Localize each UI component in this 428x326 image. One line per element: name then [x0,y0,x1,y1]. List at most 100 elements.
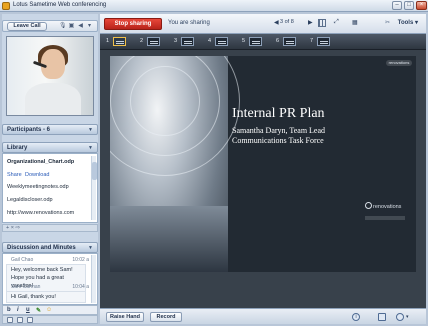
slide-thumbnail[interactable] [283,37,296,46]
slide-thumbnail[interactable] [147,37,160,46]
thumbnail-text-line [150,43,158,44]
library-header[interactable]: Library ▼ [2,142,98,153]
brand-reflection [365,216,405,220]
library-scrollbar[interactable] [91,156,97,220]
thumbnail-text-line [184,43,192,44]
thumbnail-text-line [252,41,260,42]
thumbnail-text-line [116,43,124,44]
add-icon[interactable]: + [6,225,9,231]
chat-message: Hi Gail, thank you! [6,291,86,303]
brand-name: renovations [373,204,402,210]
bold-button[interactable]: b [7,307,11,313]
scrollbar-thumb[interactable] [92,162,97,180]
slide-tag: renovations [386,60,412,66]
download-link[interactable]: Download [25,172,49,178]
library-title: Library [7,145,28,151]
slide-subtitle-line: Communications Task Force [232,136,324,145]
italic-button[interactable]: i [17,307,19,313]
slide-thumbnail[interactable] [181,37,194,46]
participants-label: Participants - 6 [7,127,51,133]
thumbnail-number: 6 [276,38,280,44]
leave-call-button[interactable]: Leave Call [7,22,47,31]
chevron-down-icon[interactable]: ▼ [88,127,93,133]
sharing-status: You are sharing [168,20,210,26]
settings-icon[interactable] [27,317,33,323]
save-icon[interactable] [17,317,23,323]
slide-thumbnail[interactable] [249,37,262,46]
app-icon [2,2,10,10]
thumbnails-grid-icon[interactable] [318,19,326,27]
next-page-icon[interactable]: ▶ [308,19,313,26]
tools-icon[interactable]: ✂ [385,19,390,26]
library-item[interactable]: Weeklymeetingnotes.odp [7,184,69,190]
speaker-icon[interactable]: ◀ [77,23,84,30]
chevron-down-icon[interactable]: ▼ [88,145,93,151]
slide-subtitle: Samantha Daryn, Team Lead Communications… [232,126,325,146]
camera-icon[interactable]: ▣ [68,23,75,30]
window-title: Lotus Sametime Web conferencing [13,2,107,8]
chevron-down-icon[interactable]: ▼ [88,245,93,251]
chevron-down-icon[interactable]: ▾ [86,23,93,30]
thumbnail-text-line [286,41,294,42]
library-item[interactable]: Organizational_Chart.odp [7,159,74,165]
library-list: Organizational_Chart.odp Share Download … [2,153,98,223]
share-icon[interactable]: ⇨ [16,225,21,231]
photo-arch [130,66,200,136]
stop-sharing-button[interactable]: Stop sharing [104,18,162,30]
bottom-toolbar: Raise Hand Record i ▾ [100,308,426,324]
restore-button[interactable]: □ [404,1,414,10]
thumbnail-text-line [184,41,192,42]
video-toolbar: Leave Call 🎙 ▣ ◀ ▾ [2,20,98,32]
thumbnail-text-line [218,41,226,42]
underline-button[interactable]: u [26,307,30,313]
slide-title: Internal PR Plan [232,106,325,121]
info-icon[interactable]: i [352,313,360,321]
thumbnail-number: 5 [242,38,246,44]
chat-panel: Gail Chao 10:02 a Hey, welcome back Sam!… [2,253,98,305]
sharing-toolbar: Stop sharing You are sharing ◀ 3 of 8 ▶ … [100,14,426,34]
thumbnail-number: 3 [174,38,178,44]
thumbnail-text-line [320,41,328,42]
thumbnail-text-line [116,41,124,42]
slide-thumbnail[interactable] [317,37,330,46]
chevron-down-icon[interactable]: ▾ [406,314,409,320]
chat-time: 10:04 a [72,284,89,290]
color-icon[interactable]: ✎ [36,307,41,314]
raise-hand-button[interactable]: Raise Hand [106,312,144,322]
print-icon[interactable] [7,317,13,323]
share-link[interactable]: Share [7,172,22,178]
close-button[interactable]: × [416,1,427,10]
settings-icon[interactable] [396,313,404,321]
slide-photo [110,56,240,272]
tools-menu-button[interactable]: Tools ▾ [398,19,418,26]
microphone-icon[interactable]: 🎙 [59,23,67,30]
format-toolbar: b i u ✎ ☺ [2,305,98,315]
chat-sender: Sam Curman [11,284,41,290]
library-footer: + × ⇨ [2,224,98,232]
thumbnail-number: 1 [106,38,110,44]
thumbnail-text-line [252,43,260,44]
sidebar-bottom-toolbar [2,315,98,324]
discussion-header[interactable]: Discussion and Minutes ▼ [2,242,98,253]
thumbnail-text-line [150,41,158,42]
slide-thumbnail-strip: 1 2 3 4 5 6 7 [100,34,426,50]
thumbnail-number: 2 [140,38,144,44]
chat-scrollbar[interactable] [91,255,96,303]
library-item[interactable]: Legaldiscloser.odp [7,197,53,203]
slide-thumbnail[interactable] [215,37,228,46]
library-item[interactable]: http://www.renovations.com [7,210,74,216]
photo-floor [110,206,228,272]
participants-header[interactable]: Participants - 6 ▼ [2,124,98,135]
layout-icon[interactable] [378,313,386,321]
remove-icon[interactable]: × [11,225,14,231]
record-button[interactable]: Record [150,312,182,322]
fullscreen-icon[interactable]: ▦ [352,19,358,26]
fit-page-icon[interactable]: ⤢ [334,19,339,26]
discussion-title: Discussion and Minutes [7,245,76,251]
emoticon-icon[interactable]: ☺ [46,307,52,313]
thumbnail-text-line [218,43,226,44]
video-feed [6,36,94,116]
minimize-button[interactable]: – [392,1,402,10]
prev-page-icon[interactable]: ◀ [274,19,279,26]
slide-thumbnail[interactable] [113,37,126,46]
